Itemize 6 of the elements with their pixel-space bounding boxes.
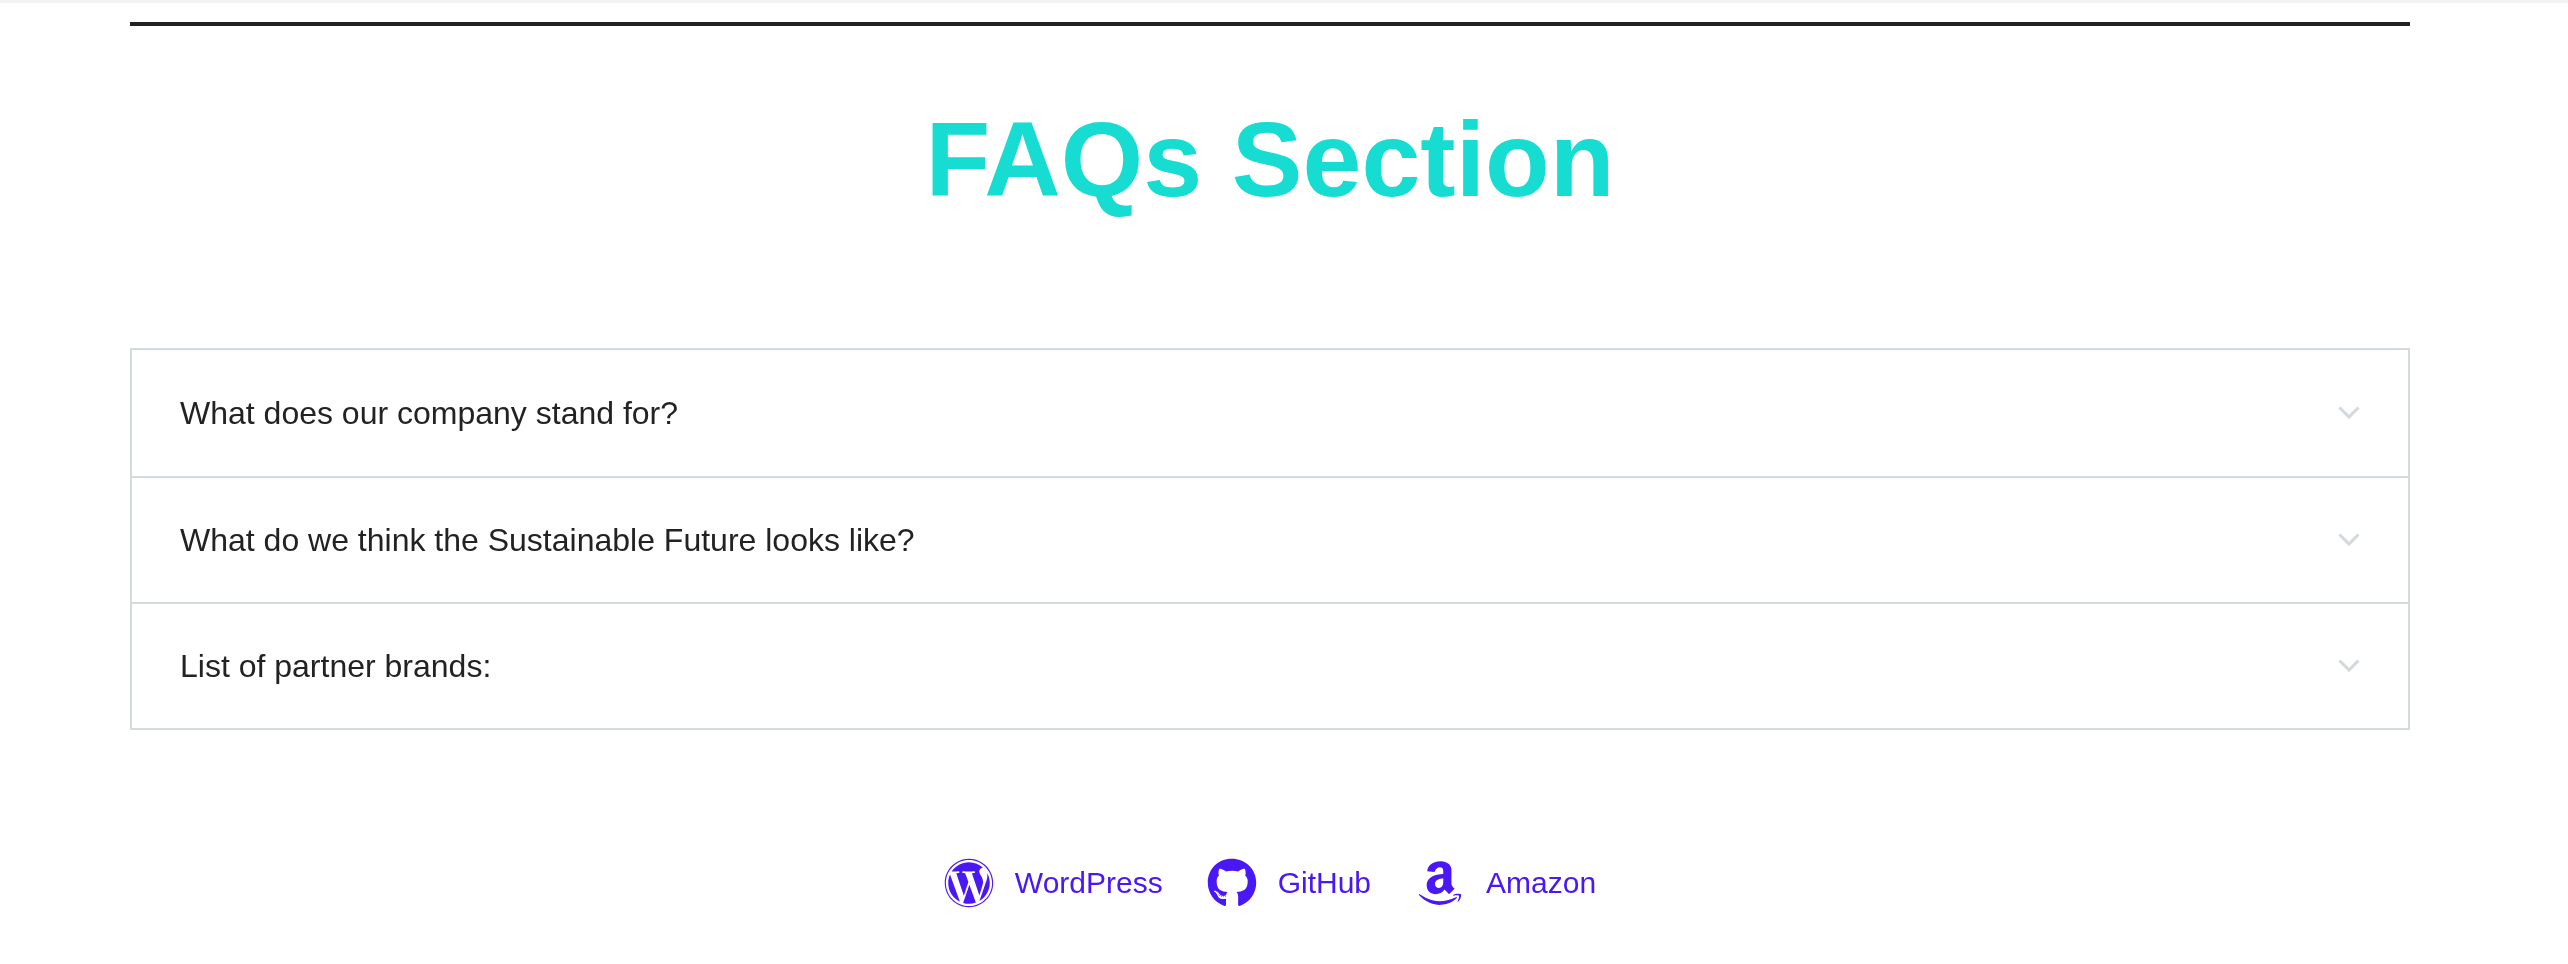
w-circle-logo-icon — [943, 857, 994, 908]
page-title: FAQs Section — [925, 99, 1615, 220]
footer-link[interactable]: Amazon — [1415, 857, 1597, 908]
cat-circle-logo-icon — [1206, 857, 1257, 908]
footer-link[interactable]: WordPress — [943, 857, 1163, 908]
footer-link[interactable]: GitHub — [1206, 857, 1372, 908]
